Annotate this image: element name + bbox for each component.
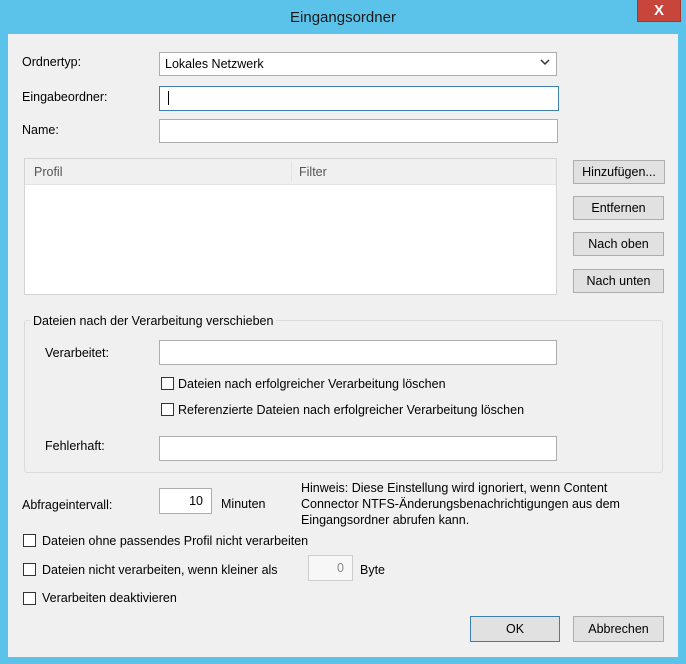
polling-interval-label: Abfrageintervall: xyxy=(22,498,113,512)
move-down-button[interactable]: Nach unten xyxy=(573,269,664,293)
chevron-down-icon xyxy=(540,59,550,66)
min-size-unit-label: Byte xyxy=(360,563,386,577)
polling-unit-label: Minuten xyxy=(221,497,266,511)
disable-processing-checkbox[interactable] xyxy=(23,592,36,605)
cancel-button[interactable]: Abbrechen xyxy=(573,616,664,642)
close-button[interactable]: X xyxy=(637,0,681,22)
failed-folder-field[interactable] xyxy=(159,436,557,461)
processed-label: Verarbeitet: xyxy=(45,346,109,360)
profiles-table[interactable]: Profil Filter xyxy=(24,158,557,295)
skip-unmatched-checkbox[interactable] xyxy=(23,534,36,547)
disable-processing-label[interactable]: Verarbeiten deaktivieren xyxy=(42,591,177,605)
polling-note: Hinweis: Diese Einstellung wird ignorier… xyxy=(301,481,620,527)
skip-smaller-label[interactable]: Dateien nicht verarbeiten, wenn kleiner … xyxy=(42,563,278,577)
processed-folder-field[interactable] xyxy=(159,340,557,365)
move-files-group-title: Dateien nach der Verarbeitung verschiebe… xyxy=(30,314,277,328)
title-bar[interactable]: Eingangsordner X xyxy=(0,0,686,34)
remove-profile-button[interactable]: Entfernen xyxy=(573,196,664,220)
skip-unmatched-label[interactable]: Dateien ohne passendes Profil nicht vera… xyxy=(42,534,308,548)
folder-type-label: Ordnertyp: xyxy=(22,55,82,69)
delete-processed-label[interactable]: Dateien nach erfolgreicher Verarbeitung … xyxy=(178,377,446,391)
name-field[interactable] xyxy=(159,119,558,143)
column-header-profile[interactable]: Profil xyxy=(34,165,62,179)
failed-label: Fehlerhaft: xyxy=(45,439,105,453)
text-caret xyxy=(168,91,169,105)
skip-smaller-checkbox[interactable] xyxy=(23,563,36,576)
delete-referenced-checkbox[interactable] xyxy=(161,403,174,416)
delete-referenced-label[interactable]: Referenzierte Dateien nach erfolgreicher… xyxy=(178,403,524,417)
name-label: Name: xyxy=(22,123,59,137)
folder-type-select[interactable]: Lokales Netzwerk xyxy=(159,52,557,76)
input-folder-field[interactable] xyxy=(159,86,559,111)
table-header: Profil Filter xyxy=(25,159,556,185)
ok-button[interactable]: OK xyxy=(470,616,560,642)
polling-interval-field[interactable]: 10 xyxy=(159,488,212,514)
input-folder-label: Eingabeordner: xyxy=(22,90,108,104)
folder-type-value: Lokales Netzwerk xyxy=(165,57,264,71)
window-title: Eingangsordner xyxy=(290,9,396,26)
dialog-window: Eingangsordner X Ordnertyp: Lokales Netz… xyxy=(0,0,686,664)
dialog-body: Ordnertyp: Lokales Netzwerk Eingabeordne… xyxy=(8,34,678,657)
min-size-field[interactable]: 0 xyxy=(308,555,353,581)
move-up-button[interactable]: Nach oben xyxy=(573,232,664,256)
add-profile-button[interactable]: Hinzufügen... xyxy=(573,160,665,184)
delete-processed-checkbox[interactable] xyxy=(161,377,174,390)
column-divider[interactable] xyxy=(291,161,292,181)
column-header-filter[interactable]: Filter xyxy=(299,165,327,179)
